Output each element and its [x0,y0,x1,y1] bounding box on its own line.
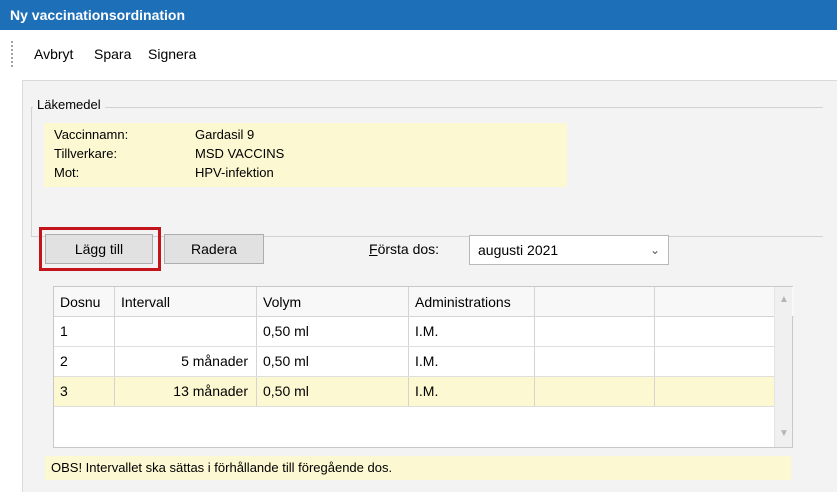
window-title: Ny vaccinationsordination [10,7,186,23]
first-dose-label-text: örsta dos: [377,241,440,257]
column-header-administration[interactable]: Administrations [409,287,535,316]
first-dose-label-mnemonic: F [369,241,378,257]
form-content: Läkemedel Vaccinnamn: Gardasil 9 Tillver… [22,80,837,492]
chevron-down-icon[interactable]: ⌄ [650,236,660,264]
dose-number-cell: 1 [54,317,115,346]
table-row[interactable]: 1 0,50 ml I.M. [54,317,776,347]
administration-cell: I.M. [409,377,535,406]
empty-cell [535,377,655,406]
column-header-dose-number[interactable]: Dosnu [54,287,115,316]
cancel-menu-item[interactable]: Avbryt [34,46,73,62]
interval-cell [115,317,257,346]
vaccine-name-row: Vaccinnamn: Gardasil 9 [50,125,561,144]
administration-cell: I.M. [409,317,535,346]
target-disease-label: Mot: [54,165,80,180]
table-row-selected[interactable]: 3 13 månader 0,50 ml I.M. [54,377,776,407]
manufacturer-label: Tillverkare: [54,146,118,161]
target-disease-value: HPV-infektion [195,165,274,180]
dose-table: Dosnu Intervall Volym Administrations 1 … [53,286,794,448]
volume-cell: 0,50 ml [257,317,409,346]
medicine-group-legend: Läkemedel [33,97,105,112]
add-button[interactable]: Lägg till [45,234,153,264]
first-dose-label: Första dos: [369,241,439,257]
volume-cell: 0,50 ml [257,347,409,376]
column-header-volume[interactable]: Volym [257,287,409,316]
vertical-scrollbar[interactable]: ▲ ▼ [774,287,792,447]
dose-number-cell: 2 [54,347,115,376]
vaccine-name-label: Vaccinnamn: [54,127,129,142]
empty-cell [535,347,655,376]
window-title-bar: Ny vaccinationsordination [0,0,837,30]
table-row[interactable]: 2 5 månader 0,50 ml I.M. [54,347,776,377]
first-dose-dropdown[interactable]: augusti 2021 ⌄ [469,235,669,265]
delete-button[interactable]: Radera [164,234,264,264]
first-dose-value: augusti 2021 [478,242,559,258]
volume-cell: 0,50 ml [257,377,409,406]
sign-menu-item[interactable]: Signera [148,46,196,62]
vaccine-name-value: Gardasil 9 [195,127,255,142]
menu-bar: Avbryt Spara Signera [0,30,837,80]
empty-cell [655,377,776,406]
empty-cell [655,347,776,376]
table-header: Dosnu Intervall Volym Administrations [54,287,794,317]
manufacturer-row: Tillverkare: MSD VACCINS [50,144,561,163]
interval-cell: 5 månader [115,347,257,376]
toolbar-grip-icon[interactable] [10,40,14,68]
administration-cell: I.M. [409,347,535,376]
save-menu-item[interactable]: Spara [94,46,131,62]
interval-cell: 13 månader [115,377,257,406]
dose-number-cell: 3 [54,377,115,406]
column-header-empty-2[interactable] [655,287,776,316]
empty-cell [655,317,776,346]
scroll-up-arrow-icon[interactable]: ▲ [775,291,793,309]
empty-cell [535,317,655,346]
scroll-down-arrow-icon[interactable]: ▼ [775,425,793,443]
column-header-interval[interactable]: Intervall [115,287,257,316]
target-disease-row: Mot: HPV-infektion [50,163,561,182]
manufacturer-value: MSD VACCINS [195,146,285,161]
column-header-empty-1[interactable] [535,287,655,316]
medicine-info-box: Vaccinnamn: Gardasil 9 Tillverkare: MSD … [44,123,567,187]
interval-note: OBS! Intervallet ska sättas i förhålland… [45,456,791,480]
